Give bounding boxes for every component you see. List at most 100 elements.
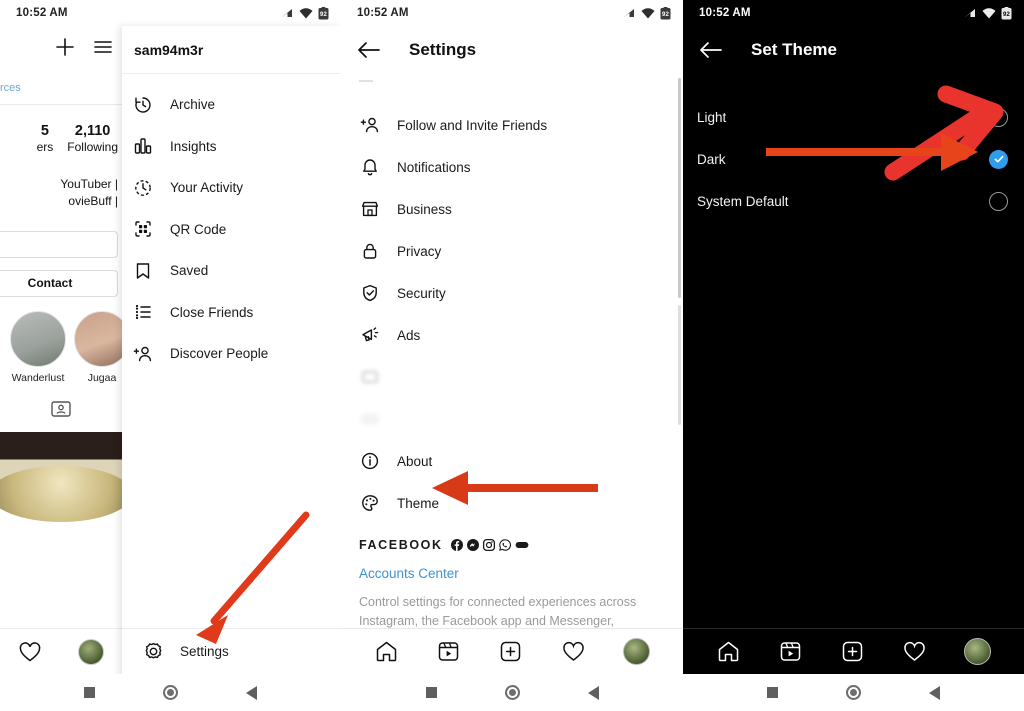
settings-item-ads[interactable]: Ads [341, 314, 683, 356]
profile-tabs [0, 384, 122, 428]
instagram-icon [482, 539, 495, 551]
home-circle-icon[interactable] [504, 685, 520, 700]
accounts-center-link[interactable]: Accounts Center [359, 566, 665, 581]
reels-icon[interactable] [436, 639, 461, 664]
gear-icon [142, 641, 164, 663]
drawer-item-label: Close Friends [170, 304, 254, 320]
create-post-icon[interactable] [840, 639, 865, 664]
theme-option-label: System Default [697, 193, 789, 209]
profile-avatar[interactable] [78, 638, 104, 665]
drawer-item-archive[interactable]: Archive [122, 84, 341, 126]
back-triangle-icon[interactable] [929, 685, 940, 700]
theme-option-light[interactable]: Light [683, 96, 1024, 138]
stat-value: 5 [40, 123, 49, 139]
stat-followers[interactable]: 5 ers [37, 123, 54, 154]
add-person-icon [132, 343, 154, 365]
stat-label: ers [36, 140, 54, 154]
radio-light[interactable] [989, 107, 1008, 127]
drawer-item-close-friends[interactable]: Close Friends [122, 292, 341, 334]
contact-button[interactable]: Contact [0, 269, 118, 297]
heart-activity-icon[interactable] [561, 639, 586, 664]
settings-header: Settings [341, 26, 683, 74]
settings-item-notifications[interactable]: Notifications [341, 146, 683, 188]
recents-square-icon[interactable] [767, 687, 778, 698]
profile-bio: YouTuber | ovieBuff | [0, 162, 122, 211]
heart-activity-icon[interactable] [902, 639, 927, 664]
edit-profile-button[interactable] [0, 230, 118, 258]
drawer-item-label: Your Activity [170, 180, 244, 196]
home-circle-icon[interactable] [163, 685, 178, 700]
settings-item-redacted[interactable] [341, 356, 683, 398]
recents-square-icon[interactable] [425, 687, 437, 698]
theme-options-list: Light Dark System Default [683, 74, 1024, 222]
create-post-icon[interactable] [498, 639, 523, 664]
svg-text:92: 92 [320, 12, 328, 18]
bio-line-1: YouTuber | [60, 177, 118, 191]
home-icon[interactable] [374, 639, 399, 664]
status-bar-3: 10:52 AM 92 [683, 0, 1024, 26]
profile-avatar[interactable] [964, 638, 992, 665]
home-circle-icon[interactable] [846, 685, 861, 700]
radio-dark-selected[interactable] [989, 149, 1008, 169]
status-icons: 92 [281, 6, 329, 20]
stat-value: 2,110 [74, 123, 111, 139]
profile-category-link[interactable]: rces [0, 68, 122, 104]
status-bar-2: 10:52 AM 92 [341, 0, 683, 26]
settings-item-label: Security [397, 285, 446, 301]
profile-stats: 5 ers 2,110 Following [0, 105, 122, 162]
signal-icon [965, 8, 975, 17]
settings-item-redacted[interactable] [341, 398, 683, 440]
settings-item-label: Business [397, 201, 452, 217]
drawer-item-insights[interactable]: Insights [122, 126, 341, 168]
settings-item-privacy[interactable]: Privacy [341, 230, 683, 272]
bio-line-2: ovieBuff | [68, 194, 118, 209]
bookmark-icon [132, 260, 154, 282]
reels-icon[interactable] [778, 639, 803, 664]
highlight-item[interactable]: Wanderlust [10, 310, 66, 384]
settings-item-theme[interactable]: Theme [341, 482, 683, 524]
drawer-item-label: Saved [170, 263, 209, 279]
wifi-icon [982, 7, 996, 18]
heart-activity-icon[interactable] [18, 640, 42, 664]
profile-avatar[interactable] [623, 638, 651, 665]
whatsapp-icon [498, 539, 511, 551]
back-arrow-icon[interactable] [357, 40, 381, 60]
status-time: 10:52 AM [16, 7, 68, 19]
vertical-scrollbar-track[interactable] [678, 305, 681, 425]
drawer-settings-button[interactable]: Settings [122, 628, 341, 674]
highlight-item[interactable]: Jugaa [74, 310, 122, 384]
theme-header: Set Theme [683, 26, 1024, 74]
profile-grid-photo[interactable] [0, 431, 122, 522]
drawer-item-your-activity[interactable]: Your Activity [122, 167, 341, 209]
settings-item-security[interactable]: Security [341, 272, 683, 314]
megaphone-icon [359, 324, 381, 346]
home-icon[interactable] [716, 639, 741, 664]
drawer-item-discover-people[interactable]: Discover People [122, 333, 341, 375]
profile-page-underlay: rces 5 ers 2,110 Following YouTuber | ov… [0, 26, 122, 711]
back-triangle-icon[interactable] [246, 685, 257, 700]
drawer-item-qr-code[interactable]: QR Code [122, 209, 341, 251]
hamburger-menu-icon[interactable] [92, 36, 114, 58]
radio-system-default[interactable] [989, 191, 1008, 211]
settings-item-follow-and-invite-friends[interactable]: Follow and Invite Friends [341, 104, 683, 146]
tagged-photos-icon[interactable] [50, 398, 72, 420]
highlight-label: Jugaa [87, 371, 117, 384]
drawer-item-saved[interactable]: Saved [122, 250, 341, 292]
theme-option-system-default[interactable]: System Default [683, 180, 1024, 222]
stat-following[interactable]: 2,110 Following [67, 123, 118, 154]
android-nav-bar-3 [683, 674, 1024, 711]
highlight-label: Wanderlust [11, 371, 65, 384]
add-icon[interactable] [54, 36, 76, 58]
settings-item-about[interactable]: About [341, 440, 683, 482]
three-phone-screenshots: 10:52 AM 92 rces 5 ers 2,110 Following Y… [0, 0, 1024, 711]
recents-square-icon[interactable] [84, 687, 95, 698]
theme-option-dark[interactable]: Dark [683, 138, 1024, 180]
page-title: Settings [409, 40, 477, 59]
back-triangle-icon[interactable] [587, 685, 599, 700]
vertical-scrollbar[interactable] [678, 78, 681, 298]
settings-item-business[interactable]: Business [341, 188, 683, 230]
battery-icon: 92 [660, 6, 671, 19]
drawer-username[interactable]: sam94m3r [122, 26, 341, 74]
back-arrow-icon[interactable] [699, 40, 723, 60]
status-icons: 92 [964, 6, 1012, 20]
